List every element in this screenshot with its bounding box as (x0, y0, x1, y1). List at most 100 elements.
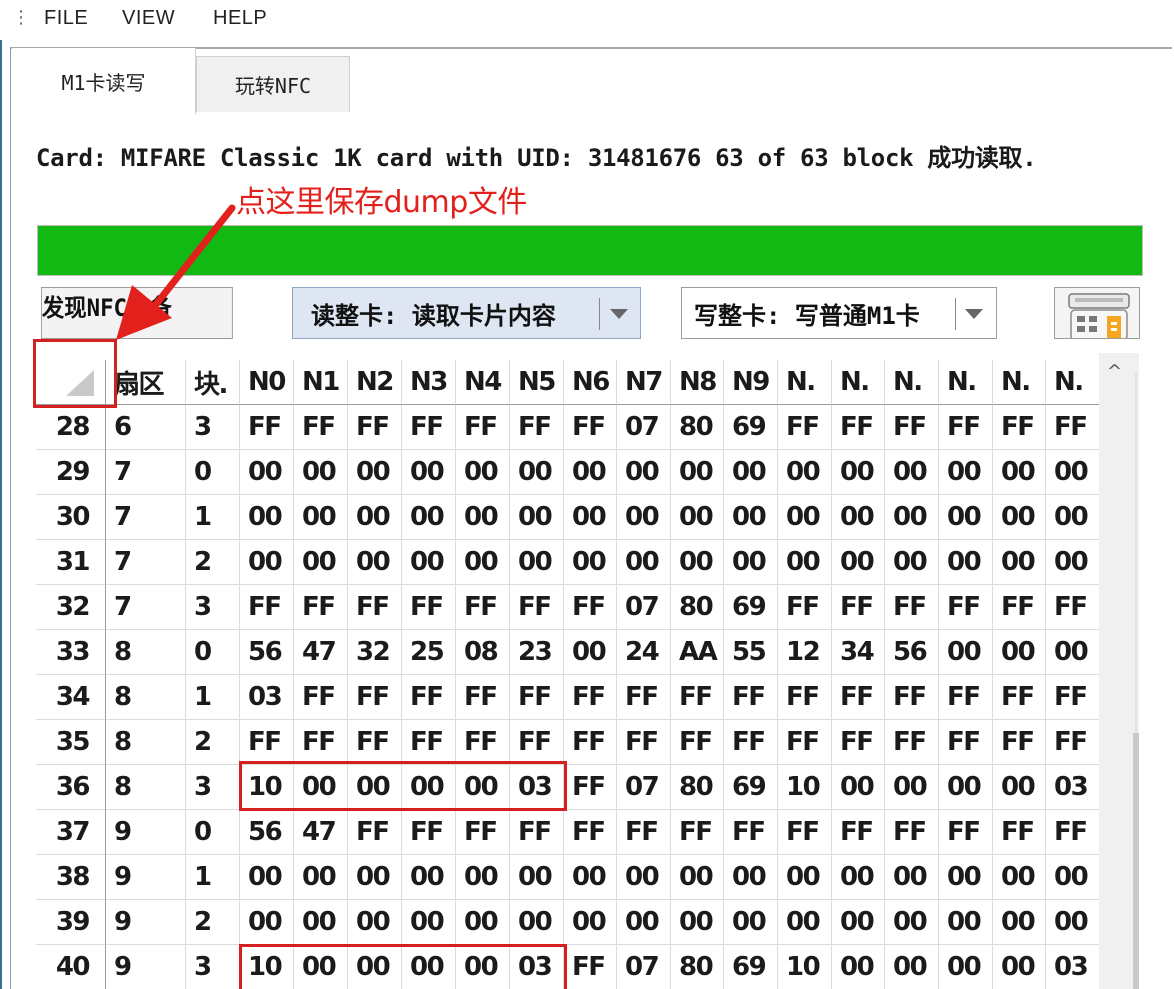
byte-cell[interactable]: FF (348, 585, 402, 630)
block-cell[interactable]: 0 (186, 630, 240, 675)
menu-file[interactable]: FILE (44, 7, 88, 30)
byte-cell[interactable]: 00 (348, 450, 402, 495)
byte-cell[interactable]: 00 (671, 540, 724, 585)
byte-cell[interactable]: 00 (564, 540, 617, 585)
byte-cell[interactable]: FF (402, 720, 456, 765)
byte-cell[interactable]: 12 (778, 630, 832, 675)
sector-cell[interactable]: 6 (106, 405, 186, 450)
byte-cell[interactable]: 69 (724, 585, 778, 630)
column-header[interactable]: 扇区 (106, 360, 186, 405)
byte-cell[interactable]: 00 (939, 765, 993, 810)
byte-cell[interactable]: FF (456, 810, 510, 855)
byte-cell[interactable]: FF (564, 405, 617, 450)
byte-cell[interactable]: 69 (724, 945, 778, 989)
byte-cell[interactable]: 00 (832, 855, 885, 900)
column-header[interactable]: N5 (510, 360, 564, 405)
byte-cell[interactable]: 08 (456, 630, 510, 675)
sector-cell[interactable]: 7 (106, 585, 186, 630)
menu-view[interactable]: VIEW (122, 7, 175, 30)
byte-cell[interactable]: 00 (724, 540, 778, 585)
byte-cell[interactable]: 00 (456, 900, 510, 945)
row-header[interactable]: 40 (36, 945, 106, 989)
byte-cell[interactable]: 00 (348, 900, 402, 945)
sector-cell[interactable]: 8 (106, 765, 186, 810)
byte-cell[interactable]: 00 (402, 495, 456, 540)
byte-cell[interactable]: 00 (402, 540, 456, 585)
byte-cell[interactable]: FF (939, 585, 993, 630)
block-cell[interactable]: 0 (186, 450, 240, 495)
byte-cell[interactable]: 00 (885, 540, 939, 585)
byte-cell[interactable]: 80 (671, 765, 724, 810)
byte-cell[interactable]: FF (939, 675, 993, 720)
byte-cell[interactable]: FF (456, 405, 510, 450)
byte-cell[interactable]: 00 (294, 540, 348, 585)
byte-cell[interactable]: 00 (832, 900, 885, 945)
byte-cell[interactable]: FF (993, 675, 1046, 720)
byte-cell[interactable]: FF (1046, 810, 1100, 855)
byte-cell[interactable]: FF (510, 720, 564, 765)
byte-cell[interactable]: 80 (671, 405, 724, 450)
byte-cell[interactable]: FF (348, 675, 402, 720)
byte-cell[interactable]: FF (564, 810, 617, 855)
byte-cell[interactable]: 32 (348, 630, 402, 675)
column-header[interactable]: N3 (402, 360, 456, 405)
byte-cell[interactable]: 80 (671, 585, 724, 630)
byte-cell[interactable]: 00 (240, 495, 294, 540)
block-cell[interactable]: 3 (186, 945, 240, 989)
byte-cell[interactable]: FF (832, 585, 885, 630)
byte-cell[interactable]: 00 (294, 495, 348, 540)
byte-cell[interactable]: 00 (402, 855, 456, 900)
byte-cell[interactable]: 00 (724, 450, 778, 495)
byte-cell[interactable]: FF (456, 720, 510, 765)
tab-m1-card-rw[interactable]: M1卡读写 (12, 48, 196, 114)
byte-cell[interactable]: 47 (294, 630, 348, 675)
byte-cell[interactable]: FF (294, 675, 348, 720)
byte-cell[interactable]: FF (832, 675, 885, 720)
byte-cell[interactable]: 00 (832, 495, 885, 540)
byte-cell[interactable]: FF (885, 675, 939, 720)
row-header[interactable]: 39 (36, 900, 106, 945)
byte-cell[interactable]: FF (564, 720, 617, 765)
byte-cell[interactable]: 34 (832, 630, 885, 675)
byte-cell[interactable]: FF (939, 810, 993, 855)
byte-cell[interactable]: FF (939, 405, 993, 450)
byte-cell[interactable]: 00 (671, 450, 724, 495)
byte-cell[interactable]: FF (671, 810, 724, 855)
byte-cell[interactable]: 00 (778, 855, 832, 900)
byte-cell[interactable]: 00 (939, 855, 993, 900)
byte-cell[interactable]: FF (671, 675, 724, 720)
byte-cell[interactable]: 24 (617, 630, 671, 675)
byte-cell[interactable]: FF (564, 675, 617, 720)
byte-cell[interactable]: FF (671, 720, 724, 765)
byte-cell[interactable]: FF (832, 720, 885, 765)
byte-cell[interactable]: FF (1046, 720, 1100, 765)
row-header[interactable]: 35 (36, 720, 106, 765)
byte-cell[interactable]: 23 (510, 630, 564, 675)
byte-cell[interactable]: 00 (510, 900, 564, 945)
byte-cell[interactable]: 07 (617, 765, 671, 810)
byte-cell[interactable]: 00 (939, 540, 993, 585)
scroll-thumb[interactable] (1133, 733, 1139, 989)
byte-cell[interactable]: FF (402, 675, 456, 720)
sector-cell[interactable]: 7 (106, 495, 186, 540)
byte-cell[interactable]: 56 (885, 630, 939, 675)
byte-cell[interactable]: 80 (671, 945, 724, 989)
byte-cell[interactable]: 07 (617, 585, 671, 630)
byte-cell[interactable]: FF (993, 720, 1046, 765)
byte-cell[interactable]: 00 (1046, 495, 1100, 540)
byte-cell[interactable]: 00 (510, 855, 564, 900)
byte-cell[interactable]: 03 (240, 675, 294, 720)
byte-cell[interactable]: FF (724, 720, 778, 765)
byte-cell[interactable]: FF (617, 720, 671, 765)
byte-cell[interactable]: FF (617, 810, 671, 855)
byte-cell[interactable]: 69 (724, 765, 778, 810)
byte-cell[interactable]: 00 (348, 540, 402, 585)
card-tool-button[interactable] (1054, 287, 1140, 339)
row-header[interactable]: 32 (36, 585, 106, 630)
byte-cell[interactable]: 00 (832, 945, 885, 989)
byte-cell[interactable]: 00 (885, 945, 939, 989)
sector-cell[interactable]: 8 (106, 675, 186, 720)
byte-cell[interactable]: 00 (993, 540, 1046, 585)
block-cell[interactable]: 1 (186, 495, 240, 540)
byte-cell[interactable]: 00 (564, 900, 617, 945)
